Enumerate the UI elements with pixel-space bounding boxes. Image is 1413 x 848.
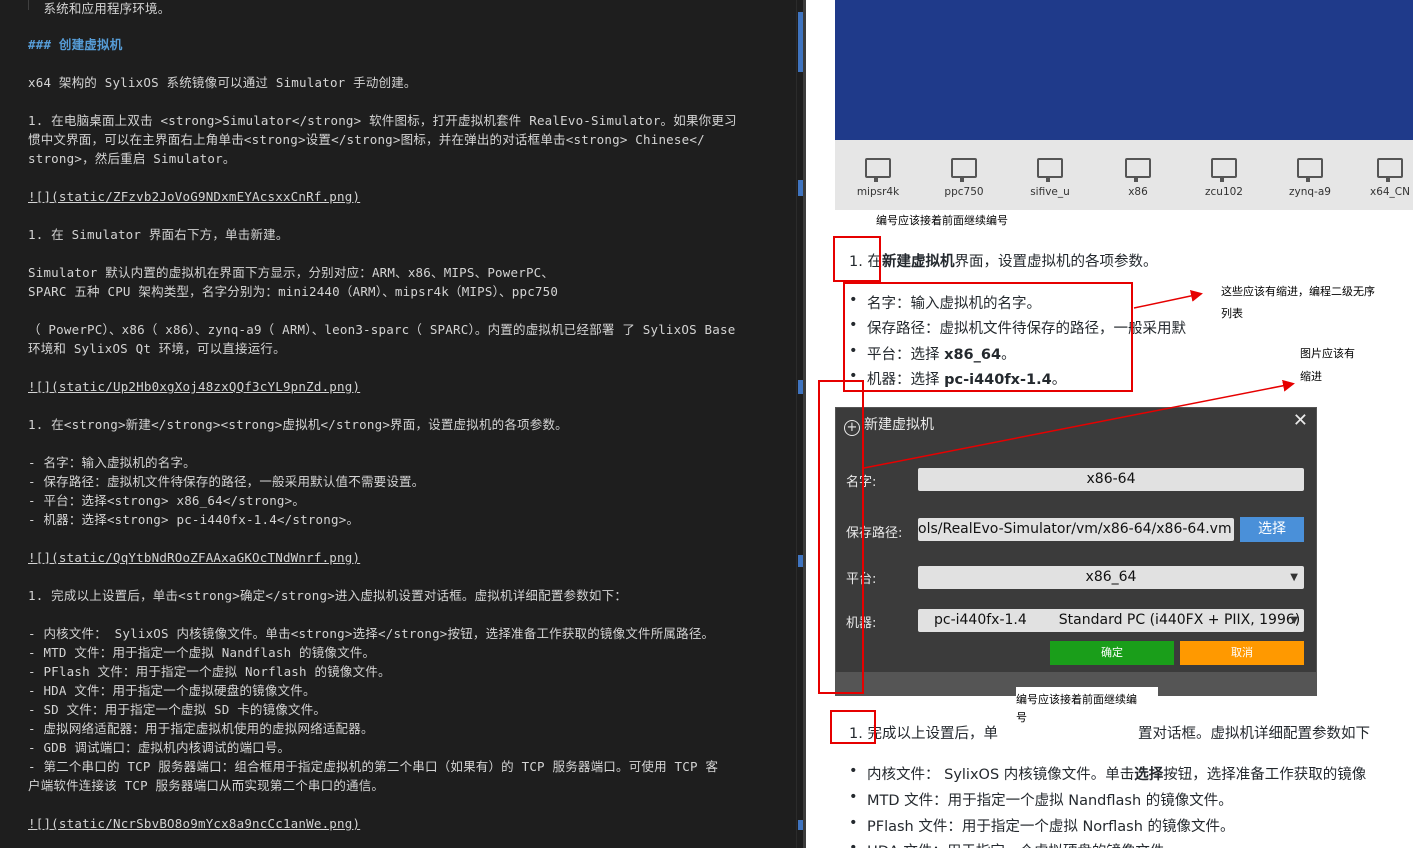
editor-line: 户端软件连接该 TCP 服务器端口从而实现第二个串口的通信。 bbox=[28, 778, 385, 793]
editor-line: - 保存路径：虚拟机文件待保存的路径，一般采用默认值不需要设置。 bbox=[28, 474, 425, 489]
editor-line: 1. 完成以上设置后，单击<strong>确定</strong>进入虚拟机设置对… bbox=[28, 588, 628, 603]
red-highlight-box bbox=[830, 710, 876, 744]
editor-line: （ PowerPC）、x86（ x86）、zynq-a9（ ARM）、leon3… bbox=[28, 322, 736, 337]
editor-line: - 内核文件： SylixOS 内核镜像文件。单击<strong>选择</str… bbox=[28, 626, 715, 641]
editor-line: 系统和应用程序环境。 bbox=[28, 1, 171, 16]
markdown-editor[interactable]: 系统和应用程序环境。 ### 创建虚拟机 x64 架构的 SylixOS 系统镜… bbox=[0, 0, 803, 848]
editor-line: - PFlash 文件：用于指定一个虚拟 Norflash 的镜像文件。 bbox=[28, 664, 391, 679]
editor-line: strong>，然后重启 Simulator。 bbox=[28, 151, 236, 166]
editor-line-image-link: ![](static/QqYtbNdROoZFAAxaGKOcTNdWnrf.p… bbox=[28, 549, 360, 566]
editor-line: 惯中文界面，可以在主界面右上角单击<strong>设置</strong>图标，并… bbox=[28, 132, 705, 147]
image-link[interactable]: ![](static/NcrSbvBO8o9mYcx8a9ncCc1anWe.p… bbox=[28, 816, 360, 831]
editor-line: - SD 文件：用于指定一个虚拟 SD 卡的镜像文件。 bbox=[28, 702, 327, 717]
list-item: MTD 文件：用于指定一个虚拟 Nandflash 的镜像文件。 bbox=[849, 789, 1233, 810]
markdown-preview: mipsr4k ppc750 sifive_u x86 zcu102 zynq-… bbox=[806, 0, 1413, 848]
editor-line-image-link: ![](static/NcrSbvBO8o9mYcx8a9ncCc1anWe.p… bbox=[28, 815, 360, 832]
list-item-tail: 按钮，选择准备工作获取的镜像 bbox=[1163, 767, 1367, 783]
editor-line: - GDB 调试端口：虚拟机内核调试的端口号。 bbox=[28, 740, 291, 755]
image-link[interactable]: ![](static/QqYtbNdROoZFAAxaGKOcTNdWnrf.p… bbox=[28, 550, 360, 565]
list-item: PFlash 文件：用于指定一个虚拟 Norflash 的镜像文件。 bbox=[849, 815, 1234, 836]
editor-line: - MTD 文件：用于指定一个虚拟 Nandflash 的镜像文件。 bbox=[28, 645, 376, 660]
editor-line: Simulator 默认内置的虚拟机在界面下方显示，分别对应：ARM、x86、M… bbox=[28, 265, 555, 280]
image-link[interactable]: ![](static/Up2Hb0xgXoj48zxQQf3cYL9pnZd.p… bbox=[28, 379, 360, 394]
editor-line: 1. 在电脑桌面上双击 <strong>Simulator</strong> 软… bbox=[28, 113, 737, 128]
editor-line: - 机器：选择<strong> pc-i440fx-1.4</strong>。 bbox=[28, 512, 360, 527]
editor-scrollbar[interactable] bbox=[796, 0, 803, 848]
editor-line-heading: ### 创建虚拟机 bbox=[28, 36, 122, 53]
editor-line: 环境和 SylixOS Qt 环境，可以直接运行。 bbox=[28, 341, 286, 356]
editor-line: 1. 在 Simulator 界面右下方，单击新建。 bbox=[28, 227, 289, 242]
editor-line: - 虚拟网络适配器：用于指定虚拟机使用的虚拟网络适配器。 bbox=[28, 721, 374, 736]
editor-line-image-link: ![](static/ZFzvb2JoVoG9NDxmEYAcsxxCnRf.p… bbox=[28, 188, 360, 205]
editor-line: - 名字：输入虚拟机的名字。 bbox=[28, 455, 196, 470]
annotation-note: 编号应该接着前面继续编号 bbox=[1016, 687, 1158, 727]
step-text: 置对话框。虚拟机详细配置参数如下 bbox=[1137, 726, 1370, 742]
heading-text: ### 创建虚拟机 bbox=[28, 37, 123, 52]
step-done: 1. 完成以上设置后，单 置对话框。虚拟机详细配置参数如下 bbox=[849, 722, 1370, 743]
editor-line-image-link: ![](static/Up2Hb0xgXoj48zxQQf3cYL9pnZd.p… bbox=[28, 378, 360, 395]
list-item: HDA 文件：用于指定一个虚拟硬盘的镜像文件。 bbox=[849, 840, 1179, 848]
image-link[interactable]: ![](static/ZFzvb2JoVoG9NDxmEYAcsxxCnRf.p… bbox=[28, 189, 360, 204]
list-item-bold: 选择 bbox=[1134, 767, 1164, 783]
editor-line: - HDA 文件：用于指定一个虚拟硬盘的镜像文件。 bbox=[28, 683, 316, 698]
editor-line: x64 架构的 SylixOS 系统镜像可以通过 Simulator 手动创建。 bbox=[28, 75, 417, 90]
list-item: 内核文件： SylixOS 内核镜像文件。单击选择按钮，选择准备工作获取的镜像 bbox=[849, 763, 1367, 784]
editor-line: - 第二个串口的 TCP 服务器端口：组合框用于指定虚拟机的第二个串口（如果有）… bbox=[28, 759, 719, 774]
editor-line: - 平台：选择<strong> x86_64</strong>。 bbox=[28, 493, 306, 508]
annotation-note-line: 编号应该接着前面继续编 bbox=[1016, 693, 1137, 706]
list-item-text: 内核文件： SylixOS 内核镜像文件。单击 bbox=[867, 767, 1135, 783]
editor-line: SPARC 五种 CPU 架构类型，名字分别为：mini2440（ARM）、mi… bbox=[28, 284, 559, 299]
editor-line: 1. 在<strong>新建</strong><strong>虚拟机</stro… bbox=[28, 417, 568, 432]
